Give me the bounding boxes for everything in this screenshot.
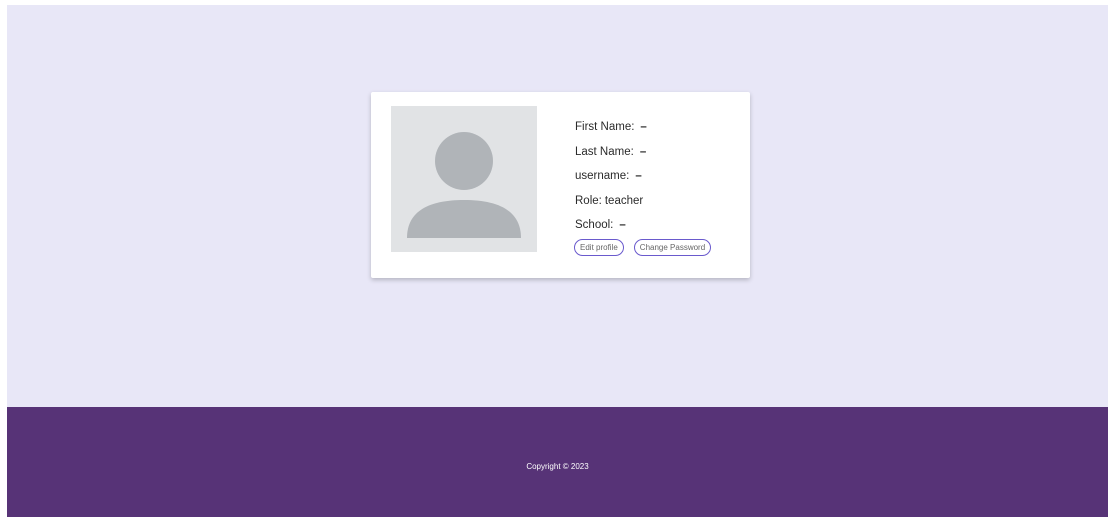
profile-details: First Name: – Last Name: – username: – Role… [575, 115, 745, 238]
last-name-value: – [639, 145, 647, 158]
username-value: – [635, 170, 642, 182]
main-content: First Name: – Last Name: – username: – Role… [7, 5, 1108, 407]
first-name-value: – [640, 121, 647, 133]
school-row: School: – [575, 213, 745, 238]
first-name-label: First Name: [575, 121, 635, 133]
role-value: teacher [604, 194, 644, 207]
avatar [391, 106, 537, 252]
last-name-row: Last Name: – [575, 140, 745, 165]
role-row: Role: teacher [575, 189, 745, 214]
username-row: username: – [575, 164, 745, 189]
profile-card: First Name: – Last Name: – username: – Role… [371, 92, 750, 278]
change-password-button[interactable]: Change Password [633, 239, 712, 256]
role-label: Role: [575, 194, 602, 207]
page: First Name: – Last Name: – username: – Role… [7, 5, 1108, 517]
footer: Copyright © 2023 [7, 407, 1108, 517]
school-label: School: [575, 219, 614, 231]
first-name-row: First Name: – [575, 115, 745, 140]
copyright-text: Copyright © 2023 [526, 462, 589, 471]
last-name-label: Last Name: [575, 145, 634, 158]
username-label: username: [575, 170, 630, 182]
school-value: – [619, 219, 626, 231]
profile-actions: Edit profile Change Password [574, 239, 712, 256]
user-placeholder-icon [407, 132, 521, 238]
edit-profile-button[interactable]: Edit profile [574, 239, 624, 256]
